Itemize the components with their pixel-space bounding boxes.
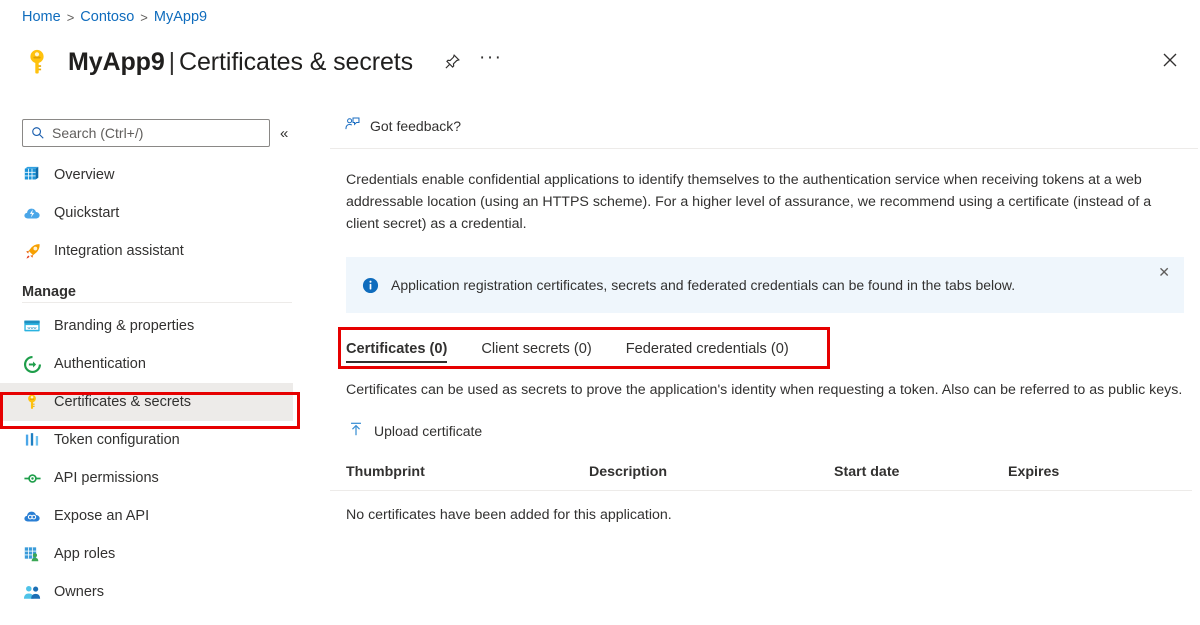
tab-description: Certificates can be used as secrets to p… [330, 363, 1200, 401]
sidebar-item-label: API permissions [54, 470, 159, 486]
column-header-start-date: Start date [834, 464, 1008, 480]
got-feedback-label: Got feedback? [370, 118, 461, 134]
tab-certificates[interactable]: Certificates (0) [346, 341, 447, 363]
sidebar-item-token-configuration[interactable]: Token configuration [0, 421, 300, 459]
upload-arrow-icon [348, 421, 364, 440]
owners-people-icon [22, 582, 42, 602]
info-banner: Application registration certificates, s… [346, 257, 1184, 313]
cloud-lightning-icon [22, 203, 42, 223]
sidebar-item-label: Authentication [54, 356, 146, 372]
key-icon [20, 45, 54, 79]
breadcrumb-separator: > [67, 10, 75, 25]
tabs-container: Certificates (0) Client secrets (0) Fede… [330, 331, 1200, 363]
cloud-link-icon [22, 506, 42, 526]
main-content: Got feedback? Credentials enable confide… [330, 104, 1200, 625]
breadcrumb-separator: > [140, 10, 148, 25]
close-icon[interactable]: ✕ [1158, 265, 1170, 279]
tab-client-secrets[interactable]: Client secrets (0) [481, 341, 591, 363]
page-title-row: MyApp9|Certificates & secrets ··· [20, 40, 503, 84]
sidebar-item-label: Expose an API [54, 508, 149, 524]
info-icon [362, 277, 379, 294]
sidebar-section-manage: Manage [0, 270, 300, 300]
sidebar-item-integration-assistant[interactable]: Integration assistant [0, 232, 300, 270]
sidebar-item-branding-properties[interactable]: www Branding & properties [0, 307, 300, 345]
sidebar-item-label: Branding & properties [54, 318, 194, 334]
breadcrumb-item-home[interactable]: Home [22, 9, 61, 25]
svg-text:www: www [27, 326, 36, 330]
sidebar-item-label: Quickstart [54, 205, 119, 221]
tab-federated-credentials[interactable]: Federated credentials (0) [626, 341, 789, 363]
sidebar-item-overview[interactable]: Overview [0, 156, 300, 194]
breadcrumb-item-myapp9[interactable]: MyApp9 [154, 9, 207, 25]
sidebar-search-row: « [0, 104, 300, 152]
pin-icon[interactable] [439, 49, 465, 75]
upload-certificate-button[interactable]: Upload certificate [330, 401, 482, 440]
page-title-resource: MyApp9 [68, 48, 165, 76]
sidebar-nav-list: Overview Quickstart Integ [0, 152, 300, 611]
search-input[interactable] [52, 125, 261, 141]
authentication-arrow-icon [22, 354, 42, 374]
upload-certificate-label: Upload certificate [374, 423, 482, 439]
sidebar-item-app-roles[interactable]: App roles [0, 535, 300, 573]
browser-window-icon: www [22, 316, 42, 336]
sidebar-item-expose-an-api[interactable]: Expose an API [0, 497, 300, 535]
sidebar-divider [22, 302, 292, 303]
breadcrumb: Home > Contoso > MyApp9 [22, 9, 207, 25]
page-title: MyApp9|Certificates & secrets [68, 48, 413, 77]
close-icon[interactable] [1154, 44, 1186, 76]
sidebar-item-label: App roles [54, 546, 115, 562]
sidebar-item-certificates-secrets[interactable]: Certificates & secrets [0, 383, 293, 421]
key-icon [22, 392, 42, 412]
intro-description: Credentials enable confidential applicat… [330, 149, 1200, 235]
sidebar: « Overview [0, 104, 300, 625]
overview-grid-icon [22, 165, 42, 185]
sidebar-item-label: Token configuration [54, 432, 180, 448]
sidebar-item-quickstart[interactable]: Quickstart [0, 194, 300, 232]
info-banner-message: Application registration certificates, s… [391, 277, 1015, 293]
column-header-thumbprint: Thumbprint [346, 464, 589, 480]
page-title-section: Certificates & secrets [179, 48, 413, 76]
collapse-sidebar-button[interactable]: « [280, 125, 288, 142]
got-feedback-button[interactable]: Got feedback? [344, 116, 461, 136]
search-box[interactable] [22, 119, 270, 147]
column-header-description: Description [589, 464, 834, 480]
column-header-expires: Expires [1008, 464, 1128, 480]
tab-list: Certificates (0) Client secrets (0) Fede… [330, 331, 1200, 363]
app-roles-icon [22, 544, 42, 564]
token-bars-icon [22, 430, 42, 450]
sidebar-item-label: Integration assistant [54, 243, 184, 259]
search-icon [31, 126, 45, 140]
empty-state-message: No certificates have been added for this… [330, 491, 1200, 523]
ellipsis-icon[interactable]: ··· [479, 53, 502, 71]
feedback-person-icon [344, 116, 361, 136]
sidebar-item-label: Certificates & secrets [54, 394, 191, 410]
api-connector-icon [22, 468, 42, 488]
command-bar: Got feedback? [330, 104, 1198, 149]
sidebar-item-label: Overview [54, 167, 114, 183]
page-title-separator: | [165, 48, 179, 76]
sidebar-item-label: Owners [54, 584, 104, 600]
sidebar-item-owners[interactable]: Owners [0, 573, 300, 611]
sidebar-item-api-permissions[interactable]: API permissions [0, 459, 300, 497]
sidebar-item-authentication[interactable]: Authentication [0, 345, 300, 383]
certificates-table-header: Thumbprint Description Start date Expire… [330, 440, 1192, 491]
breadcrumb-item-contoso[interactable]: Contoso [80, 9, 134, 25]
rocket-icon [22, 241, 42, 261]
